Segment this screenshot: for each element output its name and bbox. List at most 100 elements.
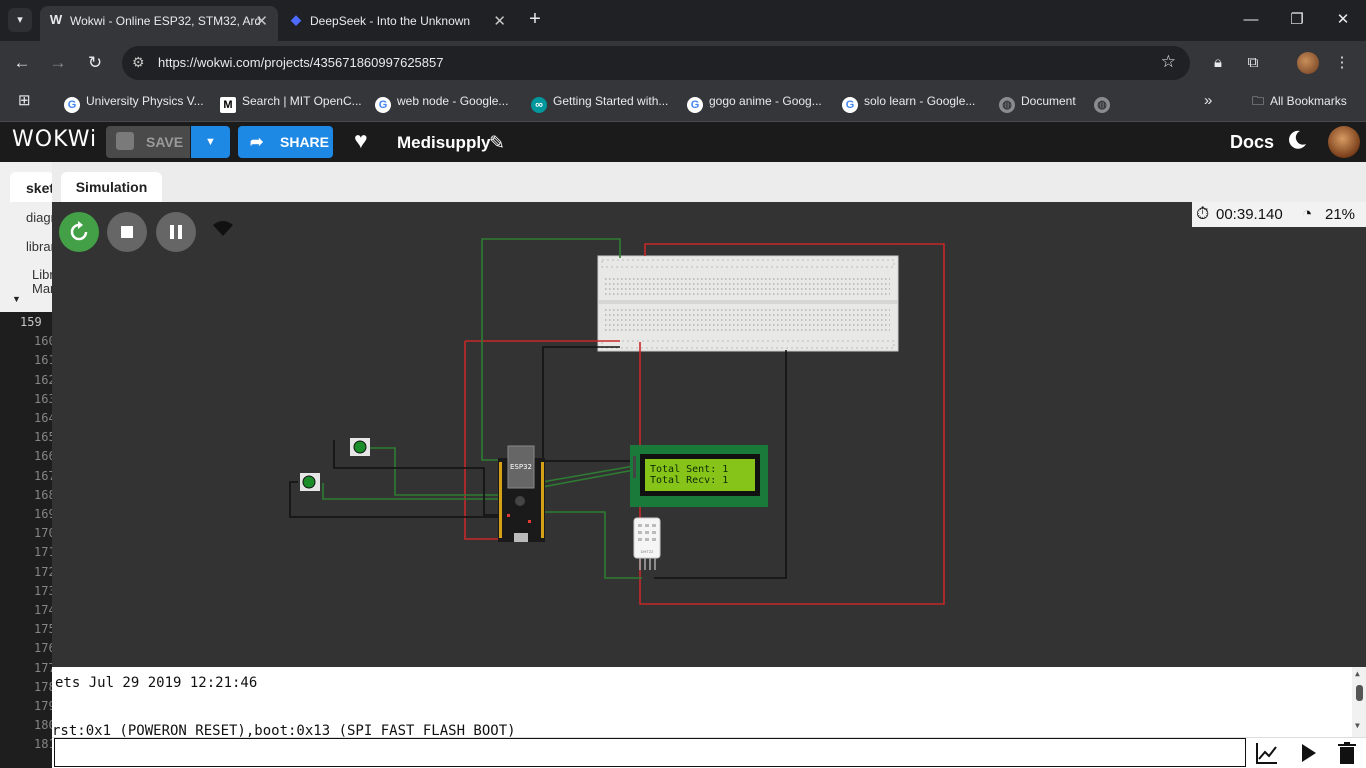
close-icon[interactable]: ✕ bbox=[255, 12, 268, 30]
tab-title: DeepSeek - Into the Unknown bbox=[310, 14, 471, 28]
line-number: 160 bbox=[34, 334, 52, 349]
play-icon[interactable] bbox=[1295, 740, 1321, 766]
reload-button[interactable]: ↻ bbox=[83, 51, 107, 75]
edit-pencil-icon[interactable]: ✎ bbox=[489, 132, 505, 155]
line-number: 161 bbox=[34, 353, 52, 368]
mit-icon: M bbox=[220, 97, 236, 113]
google-icon: G bbox=[687, 97, 703, 113]
lock-extension-icon[interactable]: 🔒︎ bbox=[1206, 51, 1230, 75]
pushbutton[interactable] bbox=[300, 438, 370, 491]
line-number: 171 bbox=[34, 545, 52, 560]
project-name: Medisupply bbox=[397, 133, 491, 152]
close-icon[interactable]: ✕ bbox=[493, 12, 506, 30]
chrome-profile-avatar[interactable] bbox=[1297, 52, 1319, 74]
save-button[interactable]: SAVE bbox=[106, 126, 190, 158]
arduino-icon: ∞ bbox=[531, 97, 547, 113]
chevron-up-icon[interactable]: ▲ bbox=[1355, 669, 1360, 678]
esp32-board[interactable] bbox=[498, 445, 545, 542]
globe-icon: ◍ bbox=[1094, 97, 1110, 113]
bookmark-item[interactable]: Gsolo learn - Google... bbox=[842, 93, 975, 113]
tab-sketch[interactable]: sketch bbox=[10, 172, 54, 202]
wokwi-favicon-icon: W bbox=[49, 12, 63, 27]
browser-tab-wokwi[interactable]: W Wokwi - Online ESP32, STM32, Arduino S… bbox=[40, 6, 278, 41]
site-info-icon[interactable]: ⚙ bbox=[132, 54, 145, 71]
line-number: 166 bbox=[34, 449, 52, 464]
bookmark-globe[interactable]: ◍ bbox=[1094, 93, 1116, 113]
serial-line: ets Jul 29 2019 12:21:46 bbox=[55, 675, 258, 691]
folder-icon: 🗀 bbox=[1252, 94, 1265, 108]
docs-link[interactable]: Docs bbox=[1230, 132, 1274, 153]
share-button[interactable]: ➦ SHARE bbox=[238, 126, 333, 158]
wokwi-logo[interactable]: WOKWi bbox=[12, 127, 97, 152]
line-number: 168 bbox=[34, 487, 52, 502]
line-number: 164 bbox=[34, 411, 52, 425]
heart-icon[interactable]: ♥ bbox=[354, 127, 368, 154]
line-number: 163 bbox=[34, 391, 52, 406]
line-number: 178 bbox=[34, 679, 52, 694]
lcd-line-1: Total Sent: 1 bbox=[650, 464, 729, 475]
user-avatar[interactable] bbox=[1328, 126, 1360, 158]
line-number: 175 bbox=[34, 622, 52, 637]
code-gutter: 159 160 161 162 163 164 165 166 167 168 169 170 171 1… bbox=[0, 312, 52, 768]
line-number: 167 bbox=[34, 468, 52, 483]
line-number: 177 bbox=[34, 660, 52, 675]
tab-simulation[interactable]: Simulation bbox=[61, 172, 162, 202]
bookmark-item[interactable]: ∞ Getting Started with... bbox=[531, 93, 668, 113]
serial-input-bar bbox=[52, 737, 1366, 768]
bookmark-item[interactable]: M Search | MIT OpenC... bbox=[220, 93, 362, 113]
line-number: 174 bbox=[34, 603, 52, 617]
more-menu-icon[interactable]: ⋮ bbox=[1330, 51, 1354, 75]
line-number: 181 bbox=[34, 737, 52, 752]
simulation-canvas[interactable]: ⏱ 00:39.140 ◔ 21% ESP32 Total Sent: 1 To… bbox=[52, 202, 1366, 667]
circuit-diagram bbox=[289, 238, 945, 605]
breadboard[interactable] bbox=[597, 255, 899, 352]
library-manager-tab[interactable]: Library Manager bbox=[32, 268, 52, 296]
serial-input[interactable] bbox=[54, 738, 1246, 767]
restore-button[interactable]: ❐ bbox=[1282, 8, 1312, 32]
browser-tabstrip: ▾ W Wokwi - Online ESP32, STM32, Arduino… bbox=[0, 0, 1366, 41]
tab-search-button[interactable]: ▾ bbox=[8, 8, 32, 32]
window-close-button[interactable]: ✕ bbox=[1328, 8, 1358, 32]
file-tab-libraries[interactable]: libraries bbox=[26, 239, 52, 254]
chevron-down-icon[interactable]: ▼ bbox=[12, 294, 21, 304]
forward-button[interactable]: → bbox=[46, 51, 70, 75]
code-editor-panel: diagram libraries Library Manager ▼ 159 1… bbox=[0, 162, 52, 768]
line-number: 176 bbox=[34, 641, 52, 656]
google-icon: G bbox=[64, 97, 80, 113]
all-bookmarks[interactable]: 🗀 All Bookmarks bbox=[1252, 93, 1347, 113]
bookmark-item[interactable]: ◍ Document bbox=[999, 93, 1076, 113]
browser-toolbar: ← → ↻ ⚙ https://wokwi.com/projects/43567… bbox=[0, 41, 1366, 85]
save-dropdown-button[interactable]: ▼ bbox=[191, 126, 230, 158]
line-number: 165 bbox=[34, 430, 52, 445]
bookmark-item[interactable]: Gweb node - Google... bbox=[375, 93, 508, 113]
google-icon: G bbox=[842, 97, 858, 113]
trash-icon[interactable] bbox=[1334, 740, 1360, 766]
bookmarks-overflow-button[interactable]: » bbox=[1204, 93, 1212, 113]
extensions-icon[interactable]: ⧉ bbox=[1241, 51, 1265, 75]
line-number: 170 bbox=[34, 526, 52, 541]
new-tab-button[interactable]: + bbox=[524, 7, 546, 31]
apps-grid-icon[interactable]: ⊞ bbox=[18, 91, 31, 109]
wokwi-header: WOKWi SAVE ▼ ➦ SHARE ♥ Medisupply ✎ Docs bbox=[0, 122, 1366, 162]
back-button[interactable]: ← bbox=[10, 51, 34, 75]
line-number: 172 bbox=[34, 564, 52, 579]
line-number: 159 bbox=[20, 315, 42, 329]
browser-tab-deepseek[interactable]: ◆ DeepSeek - Into the Unknown ✕ bbox=[280, 6, 516, 41]
chevron-down-icon[interactable]: ▼ bbox=[1355, 721, 1360, 730]
plotter-icon[interactable] bbox=[1254, 740, 1280, 766]
scrollbar-thumb[interactable] bbox=[1356, 685, 1363, 701]
serial-scrollbar[interactable]: ▲ ▼ bbox=[1352, 667, 1366, 737]
url-text: https://wokwi.com/projects/4356718609976… bbox=[158, 55, 444, 70]
line-number: 180 bbox=[34, 718, 52, 733]
serial-line: rst:0x1 (POWERON_RESET),boot:0x13 (SPI_F… bbox=[52, 723, 516, 737]
address-bar[interactable]: ⚙ https://wokwi.com/projects/43567186099… bbox=[122, 46, 1190, 80]
dht22-sensor[interactable] bbox=[633, 517, 661, 570]
bookmark-star-icon[interactable]: ☆ bbox=[1161, 52, 1176, 72]
dht22-label: DHT22 bbox=[640, 549, 654, 554]
minimize-button[interactable]: — bbox=[1236, 8, 1266, 32]
bookmark-item[interactable]: G University Physics V... bbox=[64, 93, 204, 113]
file-tab-diagram[interactable]: diagram bbox=[26, 210, 52, 225]
bookmark-item[interactable]: Ggogo anime - Goog... bbox=[687, 93, 822, 113]
dark-mode-moon-icon[interactable] bbox=[1286, 129, 1308, 151]
google-icon: G bbox=[375, 97, 391, 113]
